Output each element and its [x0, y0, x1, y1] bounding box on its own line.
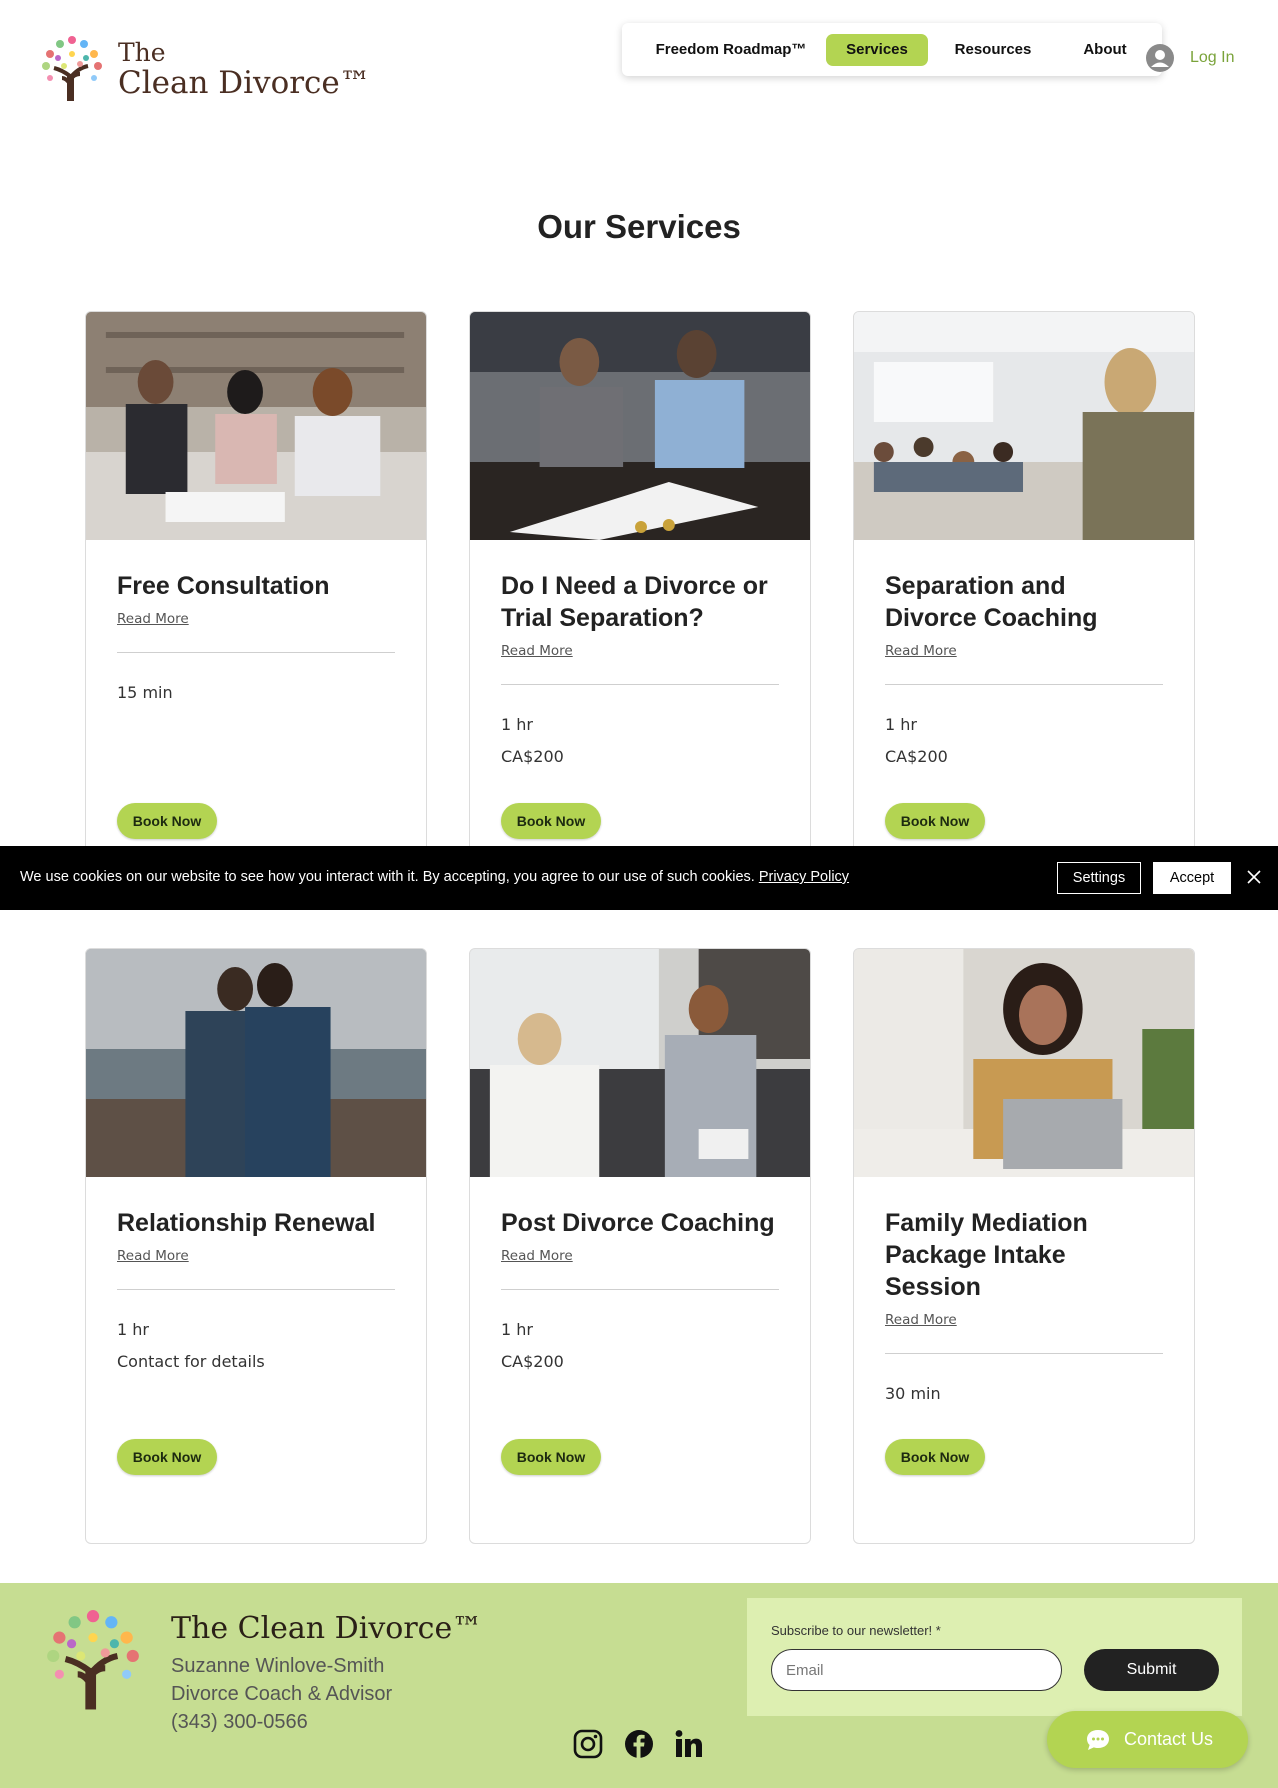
couple-at-table-photo [470, 312, 810, 540]
login-label: Log In [1190, 49, 1235, 66]
cookie-message: We use cookies on our website to see how… [20, 869, 755, 885]
service-card: Do I Need a Divorce or Trial Separation?… [469, 311, 811, 859]
newsletter-label: Subscribe to our newsletter! * [771, 1623, 941, 1638]
smiling-woman-laptop-photo [854, 949, 1194, 1177]
read-more-link[interactable]: Read More [117, 1248, 189, 1264]
comforting-client-photo [470, 949, 810, 1177]
divider [117, 1289, 395, 1290]
service-title: Relationship Renewal [117, 1209, 376, 1237]
facebook-icon[interactable] [623, 1728, 655, 1760]
tree-logo-icon [42, 36, 102, 101]
service-price [117, 709, 395, 741]
service-card: Family Mediation Package Intake Session … [853, 948, 1195, 1544]
instagram-icon[interactable] [572, 1728, 604, 1760]
classroom-coach-photo [854, 312, 1194, 540]
service-title: Family Mediation Package Intake Session [885, 1209, 1088, 1301]
nav-item-resources[interactable]: Resources [940, 34, 1046, 66]
email-field[interactable] [771, 1649, 1062, 1691]
linkedin-icon[interactable] [673, 1728, 705, 1760]
close-icon[interactable] [1244, 867, 1264, 887]
contact-us-label: Contact Us [1124, 1729, 1214, 1749]
site-logo[interactable]: The Clean Divorce™ [40, 34, 371, 102]
read-more-link[interactable]: Read More [117, 611, 189, 627]
contact-us-button[interactable]: Contact Us [1047, 1711, 1248, 1768]
service-duration: 1 hr [117, 1320, 149, 1339]
footer-brand: The Clean Divorce™ [171, 1611, 483, 1646]
page-title: Our Services [537, 208, 741, 245]
couple-on-beach-photo [86, 949, 426, 1177]
book-now-button[interactable]: Book Now [501, 1439, 601, 1475]
divider [885, 684, 1163, 685]
read-more-link[interactable]: Read More [501, 643, 573, 659]
service-duration: 1 hr [501, 1320, 533, 1339]
service-price: CA$200 [501, 747, 564, 766]
cookie-accept-button[interactable]: Accept [1153, 862, 1231, 894]
main-nav: Freedom Roadmap™ Services Resources Abou… [622, 23, 1162, 76]
book-now-button[interactable]: Book Now [117, 1439, 217, 1475]
brand-line-1: The [118, 38, 166, 67]
user-avatar-icon [1146, 44, 1174, 72]
service-title: Separation and Divorce Coaching [885, 572, 1098, 632]
service-card: Relationship Renewal Read More 1 hr Cont… [85, 948, 427, 1544]
service-duration: 30 min [885, 1384, 941, 1403]
service-title: Post Divorce Coaching [501, 1209, 775, 1237]
newsletter-form: Subscribe to our newsletter! * Submit [747, 1598, 1242, 1716]
divider [885, 1353, 1163, 1354]
nav-item-services[interactable]: Services [826, 34, 928, 66]
read-more-link[interactable]: Read More [885, 643, 957, 659]
service-price [885, 1410, 1163, 1442]
service-duration: 1 hr [885, 715, 917, 734]
nav-item-freedom-roadmap[interactable]: Freedom Roadmap™ [644, 34, 818, 66]
footer-name: Suzanne Winlove-Smith [171, 1655, 385, 1677]
nav-item-about[interactable]: About [1060, 34, 1150, 66]
footer-phone[interactable]: (343) 300-0566 [171, 1711, 308, 1734]
cookie-settings-button[interactable]: Settings [1057, 862, 1141, 894]
service-title: Free Consultation [117, 572, 330, 600]
divider [117, 652, 395, 653]
book-now-button[interactable]: Book Now [885, 803, 985, 839]
chat-bubble-icon [1087, 1729, 1109, 1750]
read-more-link[interactable]: Read More [501, 1248, 573, 1264]
service-duration: 1 hr [501, 715, 533, 734]
service-card: Post Divorce Coaching Read More 1 hr CA$… [469, 948, 811, 1544]
divider [501, 684, 779, 685]
service-price: CA$200 [501, 1352, 564, 1371]
service-card: Free Consultation Read More 15 min Book … [85, 311, 427, 859]
submit-button[interactable]: Submit [1084, 1649, 1219, 1691]
book-now-button[interactable]: Book Now [117, 803, 217, 839]
book-now-button[interactable]: Book Now [885, 1439, 985, 1475]
footer-role: Divorce Coach & Advisor [171, 1683, 393, 1705]
consultation-photo [86, 312, 426, 540]
cookie-banner: We use cookies on our website to see how… [0, 846, 1278, 910]
service-title: Do I Need a Divorce or Trial Separation? [501, 572, 768, 632]
service-price: CA$200 [885, 747, 948, 766]
brand-line-2: Clean Divorce™ [118, 65, 371, 101]
privacy-policy-link[interactable]: Privacy Policy [759, 869, 849, 885]
book-now-button[interactable]: Book Now [501, 803, 601, 839]
read-more-link[interactable]: Read More [885, 1312, 957, 1328]
divider [501, 1289, 779, 1290]
service-card: Separation and Divorce Coaching Read Mor… [853, 311, 1195, 859]
login-button[interactable]: Log In [1146, 44, 1234, 72]
tree-logo-icon [47, 1610, 139, 1710]
service-duration: 15 min [117, 683, 173, 702]
service-price: Contact for details [117, 1352, 265, 1371]
